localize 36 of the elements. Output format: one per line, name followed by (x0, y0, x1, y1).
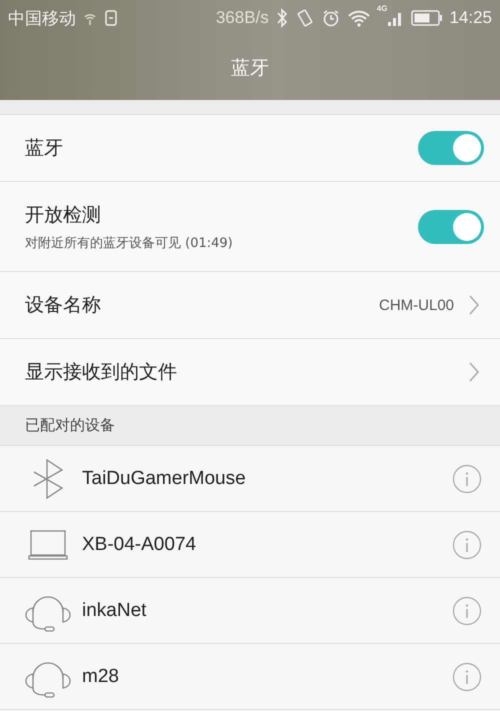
sim-card-icon (104, 10, 118, 26)
wifi-icon (346, 8, 371, 28)
toggle-switch[interactable] (418, 131, 484, 165)
toggle-switch[interactable] (418, 210, 484, 244)
setting-label: 开放检测 (25, 202, 102, 228)
setting-label: 设备名称 (25, 293, 102, 318)
setting-value: CHM-UL00 (378, 296, 454, 314)
device-row[interactable]: TaiDuGamerMouse (0, 446, 500, 512)
device-name: TaiDuGamerMouse (82, 468, 247, 490)
device-row[interactable]: inkaNet (0, 578, 500, 644)
carrier-name: 中国移动 (8, 8, 76, 30)
network-speed: 368B/s (216, 8, 269, 28)
bluetooth-icon (274, 8, 289, 28)
info-icon[interactable] (452, 596, 482, 626)
laptop-icon (28, 530, 68, 560)
chevron-right-icon (468, 361, 480, 383)
device-name: m28 (82, 666, 120, 688)
setting-description: 对附近所有的蓝牙设备可见 (01:49) (25, 234, 234, 252)
device-row[interactable]: XB-04-A0074 (0, 512, 500, 578)
clock: 14:25 (449, 8, 492, 28)
bluetooth-icon (31, 458, 65, 498)
info-icon[interactable] (452, 464, 482, 494)
chevron-right-icon (468, 294, 480, 316)
alarm-clock-icon (320, 8, 341, 28)
section-title: 已配对的设备 (25, 416, 115, 435)
vibrate-icon (294, 8, 315, 28)
device-name: XB-04-A0074 (82, 534, 198, 556)
setting-label: 显示接收到的文件 (25, 360, 178, 385)
battery-icon (411, 9, 444, 27)
info-icon[interactable] (452, 530, 482, 560)
device-row[interactable]: m28 (0, 644, 500, 710)
info-icon[interactable] (452, 662, 482, 692)
device-name: inkaNet (82, 600, 148, 622)
network-type: 4G (376, 4, 388, 13)
setting-label: 蓝牙 (25, 136, 64, 161)
screen-title: 蓝牙 (231, 56, 269, 81)
